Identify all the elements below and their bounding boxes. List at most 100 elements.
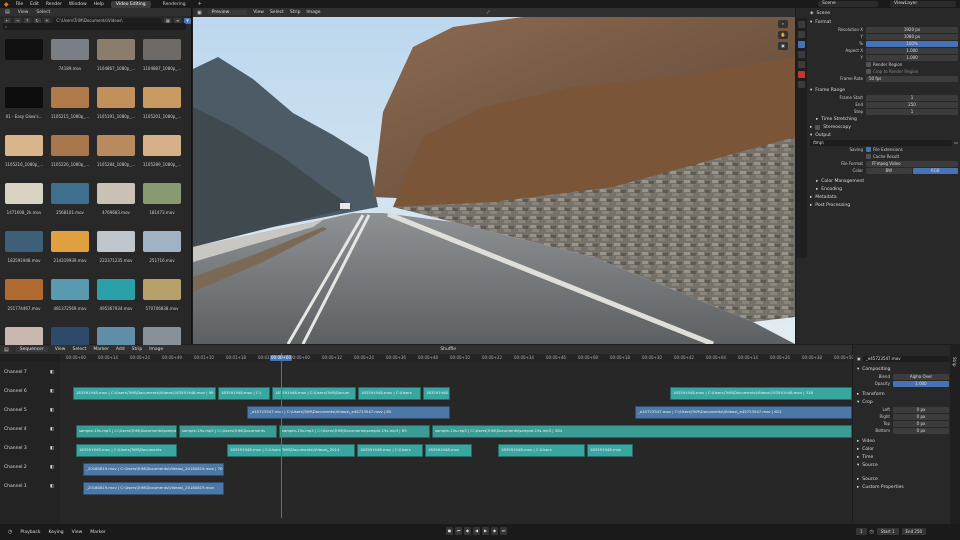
view-layer-tab-icon[interactable] [798,51,805,58]
scene-selector[interactable]: Scene [818,1,878,7]
file-thumbnail-item[interactable]: 181473.mov [141,178,183,226]
channel-mute-icon[interactable]: ◧ [50,465,54,470]
menu-view-timeline[interactable]: View [72,530,83,535]
file-thumbnail-item[interactable]: 1471608_2k.mov [3,178,45,226]
transform-section[interactable]: ▸ Transform [857,390,949,398]
stopwatch-icon[interactable]: ◷ [870,529,874,535]
resolution-x-field[interactable]: 1920 px [866,26,958,33]
source-section-2[interactable]: ▸ Source [857,475,949,483]
preview-menu-image[interactable]: Image [306,10,320,15]
output-section-header[interactable]: ▾ Output [810,131,958,139]
frame-range-section-header[interactable]: ▾ Frame Range [810,86,958,94]
file-thumbnail-item[interactable]: 74189.mov [49,34,91,82]
crop-region-checkbox[interactable] [866,69,871,74]
movie-strip[interactable]: _20180819.mov | C:\Users\TriM\Documents\… [83,482,224,495]
encoding-section[interactable]: ▸ Encoding [810,185,958,193]
add-workspace-icon[interactable]: + [198,1,202,7]
menu-window[interactable]: Window [69,2,87,7]
camera-icon[interactable]: ▣ [778,42,788,50]
render-region-checkbox[interactable] [866,62,871,67]
movie-strip[interactable]: _e45723547.mov | C:\Users\TriM\Documents… [635,406,852,419]
metadata-section[interactable]: ▸ Metadata [810,193,958,201]
frame-start-field[interactable]: 1 [866,94,958,101]
file-thumbnail-item[interactable]: 183591948.mov [3,226,45,274]
channel-mute-icon[interactable]: ◧ [50,484,54,489]
video-section[interactable]: ▸ Video [857,437,949,445]
pan-hand-icon[interactable]: ✋ [778,31,788,39]
file-thumbnail-item[interactable]: 251774467.mov [3,274,45,322]
sound-strip[interactable]: sample-15s.mp3 | C:\Users\TriM\Documents… [76,425,177,438]
channel-label[interactable]: Channel 3 [4,446,27,451]
color-management-section[interactable]: ▸ Color Management [810,177,958,185]
end-frame-field[interactable]: End 250 [901,528,927,535]
file-thumbnail-item[interactable]: 2568101.mov [49,178,91,226]
preview-video-frame[interactable] [193,17,795,344]
world-tab-icon[interactable] [798,71,805,78]
file-thumbnail-item[interactable]: 1105284_1080p_... [95,130,137,178]
blender-logo-icon[interactable]: ◆ [4,1,9,8]
channel-label[interactable]: Channel 2 [4,465,27,470]
time-section[interactable]: ▸ Time [857,453,949,461]
file-search-input[interactable]: ⌕ [3,23,186,30]
file-thumbnail-item[interactable]: 1104887_1080p_... [141,34,183,82]
post-processing-section[interactable]: ▸ Post Processing [810,201,958,209]
current-time-indicator[interactable]: 00:00+00 [270,355,292,361]
file-browser-menu-select[interactable]: Select [36,10,50,15]
sequencer-menu-marker[interactable]: Marker [93,347,109,352]
source-section[interactable]: ▾ Source [857,461,949,469]
stereoscopy-checkbox[interactable] [815,124,821,130]
movie-strip[interactable]: 183591948.mov [425,444,472,457]
preview-menu-select[interactable]: Select [270,10,284,15]
folder-icon[interactable]: ▭ [954,140,958,145]
sound-strip[interactable]: sample-15s.mp3 | C:\Users\TriM\Documents… [432,425,852,438]
menu-help[interactable]: Help [94,2,104,7]
crop-bottom-field[interactable]: 0 px [893,427,949,434]
file-extensions-checkbox[interactable] [866,147,871,152]
record-icon[interactable]: ● [446,527,453,535]
preview-menu-strip[interactable]: Strip [290,10,301,15]
menu-render[interactable]: Render [46,2,62,7]
sequencer-mode-dropdown[interactable]: Sequencer [15,347,48,352]
file-thumbnail-item[interactable]: 01 - Easy Glow's... [3,82,45,130]
movie-strip[interactable]: 183591948 [423,387,450,400]
file-browser-menu-view[interactable]: View [18,10,29,15]
strip-name-field[interactable]: _e45723547.mov [862,355,949,362]
sound-strip[interactable]: sample-15s.mp3 | C:\Users\TriM\Documents [179,425,277,438]
sequencer-menu-strip[interactable]: Strip [132,347,143,352]
channel-mute-icon[interactable]: ◧ [50,370,54,375]
file-thumbnail-item[interactable]: 1105216_1080p_... [3,130,45,178]
editor-type-icon[interactable]: ▣ [197,10,202,16]
file-thumbnail-item[interactable]: 570706838.mov [141,274,183,322]
file-browser-editor-icon[interactable]: ▤ [5,9,10,15]
preview-mode-dropdown[interactable]: Preview [207,10,248,15]
playhead-line[interactable] [281,353,282,518]
sequencer-editor-icon[interactable]: ▤ [4,347,9,353]
tool-tab-icon[interactable] [798,21,805,28]
menu-playback[interactable]: Playback [20,530,40,535]
crop-top-field[interactable]: 0 px [893,420,949,427]
collection-tab-icon[interactable] [798,81,805,88]
compositing-section-header[interactable]: ▾ Compositing [857,365,949,373]
file-format-dropdown[interactable]: FFmpeg Video [866,160,958,167]
color-rgb-button[interactable]: RGB [912,167,958,174]
custom-properties-section[interactable]: ▸ Custom Properties [857,483,949,491]
file-thumbnail-item[interactable]: 222371235.mov [95,226,137,274]
opacity-slider[interactable]: 1.000 [893,380,949,387]
sequencer-menu-view[interactable]: View [55,347,66,352]
file-thumbnail-item[interactable]: 1105201_1080p_... [141,82,183,130]
file-thumbnail-item[interactable]: 1105226_1080p_... [49,130,91,178]
play-reverse-icon[interactable]: ◀ [473,527,480,535]
timeline-tracks[interactable]: 183591948.mov | C:\Users\TriM\Documents\… [60,362,852,524]
movie-strip[interactable]: 183591948.mov | C:\Users\TriM\Documents\… [227,444,355,457]
stereoscopy-section[interactable]: ▸ Stereoscopy [810,123,958,131]
crop-left-field[interactable]: 0 px [893,406,949,413]
jump-start-icon[interactable]: ⏮ [455,527,462,535]
preview-tool-icon[interactable]: ⟋ [487,10,491,16]
channel-label[interactable]: Channel 7 [4,370,27,375]
shuffle-dropdown[interactable]: Shuffle [440,347,456,352]
time-stretching-section[interactable]: ▸ Time Stretching [810,115,958,123]
menu-marker-timeline[interactable]: Marker [90,530,106,535]
aspect-x-field[interactable]: 1.000 [866,47,958,54]
output-path-field[interactable]: /tmp\ [810,139,953,146]
preview-menu-view[interactable]: View [253,10,264,15]
